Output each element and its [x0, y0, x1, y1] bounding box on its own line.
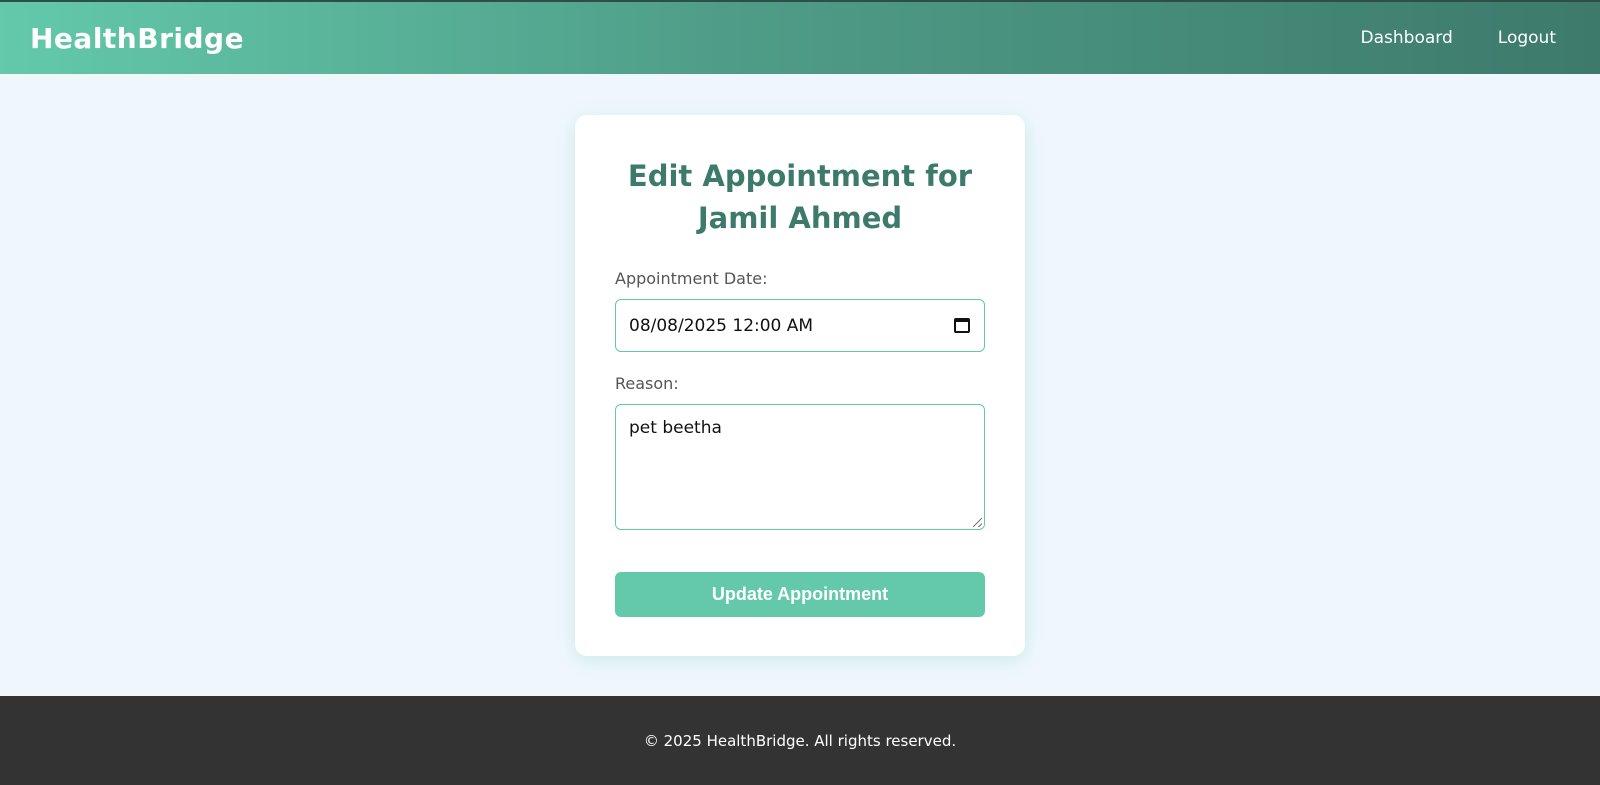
brand-logo[interactable]: HealthBridge: [30, 22, 244, 55]
appointment-date-label: Appointment Date:: [615, 269, 768, 288]
reason-value: pet beetha: [629, 418, 722, 438]
top-navbar: HealthBridge Dashboard Logout: [0, 0, 1600, 74]
appointment-date-value: 08/08/2025 12:00 AM: [629, 315, 814, 336]
update-appointment-button[interactable]: Update Appointment: [615, 572, 985, 617]
resize-handle-icon[interactable]: [973, 518, 982, 527]
footer: © 2025 HealthBridge. All rights reserved…: [0, 696, 1600, 785]
title-line-1: Edit Appointment for: [627, 159, 973, 193]
nav-links: Dashboard Logout: [1361, 28, 1570, 48]
appointment-date-input[interactable]: 08/08/2025 12:00 AM: [615, 299, 985, 352]
reason-label: Reason:: [615, 374, 679, 393]
title-line-2-patient-name: Jamil Ahmed: [697, 201, 903, 235]
footer-copyright: © 2025 HealthBridge. All rights reserved…: [643, 731, 957, 750]
nav-link-logout[interactable]: Logout: [1498, 28, 1556, 48]
reason-textarea[interactable]: pet beetha: [615, 404, 985, 530]
nav-link-dashboard[interactable]: Dashboard: [1361, 28, 1453, 48]
edit-appointment-card: Edit Appointment for Jamil Ahmed Appoint…: [575, 115, 1025, 656]
calendar-icon[interactable]: [954, 318, 970, 333]
page-title: Edit Appointment for Jamil Ahmed: [615, 155, 985, 239]
